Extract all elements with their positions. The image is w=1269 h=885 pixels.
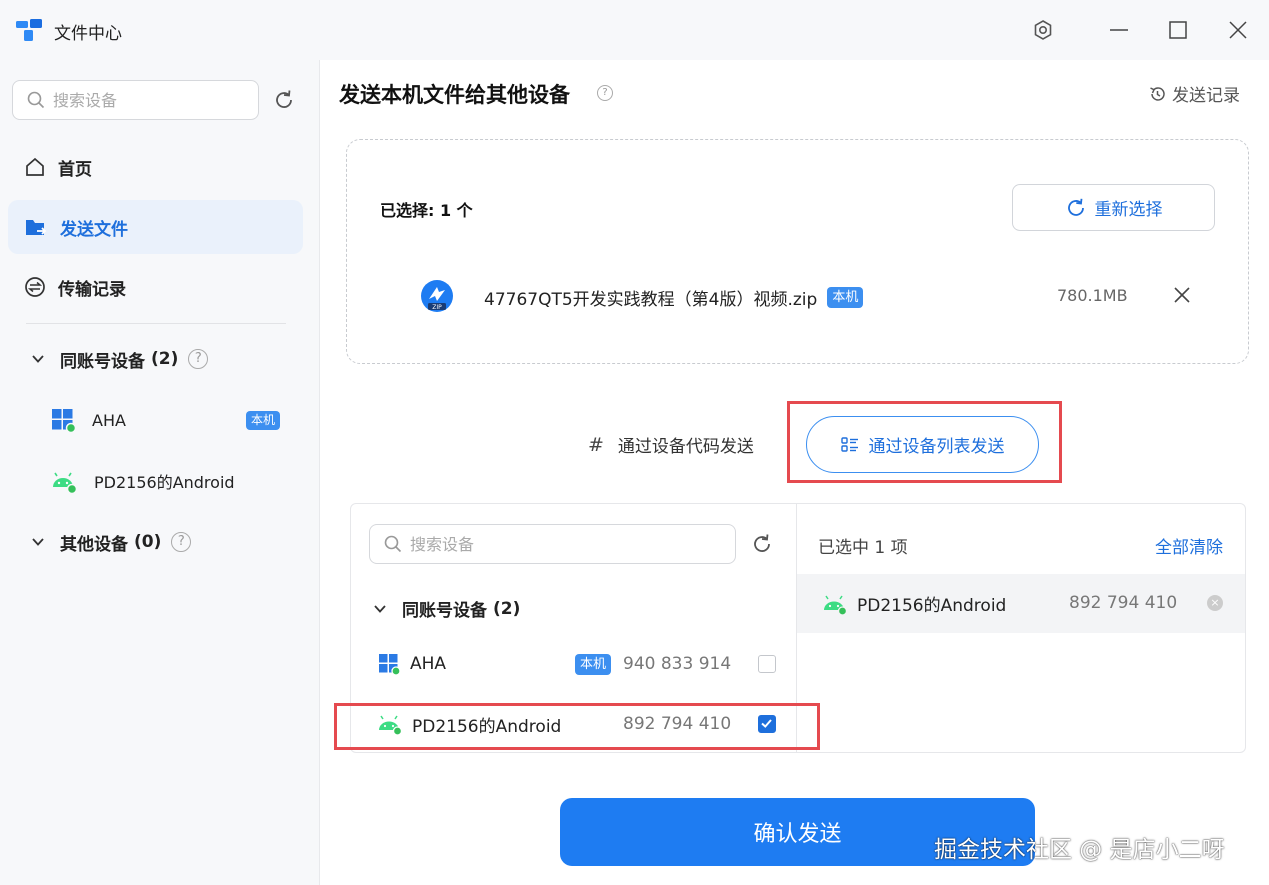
- group-other[interactable]: 其他设备 (0) ?: [30, 528, 192, 556]
- selected-files-panel: [346, 139, 1249, 364]
- selected-device-code: 892 794 410: [1069, 593, 1178, 613]
- group-other-title: 其他设备: [60, 534, 128, 555]
- close-icon[interactable]: [1170, 283, 1194, 307]
- zip-file-icon: ZIP: [421, 280, 453, 312]
- send-history-link[interactable]: 发送记录: [1148, 81, 1240, 106]
- device-name: AHA: [410, 654, 447, 674]
- nav-home-label: 首页: [58, 159, 92, 180]
- sidebar-device-name: PD2156的Android: [94, 473, 235, 492]
- sidebar-device-android[interactable]: PD2156的Android: [50, 466, 290, 496]
- file-item: 47767QT5开发实践教程（第4版）视频.zip 本机: [484, 285, 864, 310]
- watermark: 掘金技术社区 @ 是店小二呀: [934, 837, 1225, 863]
- windows-device-icon: [52, 409, 76, 433]
- remove-icon[interactable]: ×: [1207, 595, 1223, 611]
- help-icon[interactable]: ?: [597, 85, 613, 101]
- help-icon[interactable]: ?: [171, 532, 192, 552]
- nav-send-file-label: 发送文件: [60, 219, 128, 240]
- refresh-icon[interactable]: [270, 86, 298, 114]
- sidebar-device-aha[interactable]: AHA 本机: [50, 405, 290, 435]
- search-icon: [27, 91, 45, 109]
- device-search-box[interactable]: [369, 524, 736, 564]
- windows-device-icon: [379, 654, 400, 675]
- sidebar-search-input[interactable]: [53, 90, 243, 110]
- nav-transfer-record[interactable]: 传输记录: [8, 260, 303, 314]
- search-icon: [384, 535, 402, 553]
- help-icon[interactable]: ?: [188, 349, 209, 369]
- send-by-code-option[interactable]: # 通过设备代码发送: [588, 432, 754, 458]
- highlight-box: [787, 401, 1062, 483]
- file-size: 780.1MB: [1057, 286, 1128, 305]
- local-badge: 本机: [575, 653, 612, 675]
- minimize-icon[interactable]: [1103, 14, 1135, 46]
- file-name: 47767QT5开发实践教程（第4版）视频.zip: [484, 290, 818, 310]
- picker-group-title: 同账号设备: [402, 601, 487, 621]
- settings-icon[interactable]: [1027, 14, 1059, 46]
- group-same-account-count: (2): [151, 349, 179, 369]
- selected-count: 已选择: 1 个: [380, 201, 473, 220]
- nav-home[interactable]: 首页: [8, 140, 303, 194]
- reselect-button[interactable]: 重新选择: [1012, 184, 1215, 231]
- page-title: 发送本机文件给其他设备: [339, 83, 570, 107]
- highlight-box: [334, 703, 820, 750]
- group-same-account[interactable]: 同账号设备 (2) ?: [30, 345, 209, 373]
- nav-transfer-record-label: 传输记录: [58, 279, 126, 300]
- maximize-icon[interactable]: [1162, 14, 1194, 46]
- device-row-aha[interactable]: AHA 本机 940 833 914: [378, 649, 778, 679]
- nav-send-file[interactable]: 发送文件: [8, 200, 303, 254]
- send-file-icon: [26, 220, 47, 235]
- android-device-icon: [824, 595, 847, 615]
- group-same-account-title: 同账号设备: [60, 351, 145, 372]
- local-badge: 本机: [827, 287, 864, 308]
- send-by-code-label: 通过设备代码发送: [617, 437, 754, 457]
- picker-group-count: (2): [493, 598, 521, 619]
- sidebar-divider: [26, 323, 286, 324]
- svg-text:ZIP: ZIP: [432, 304, 442, 311]
- picker-group-same-account[interactable]: 同账号设备 (2): [372, 596, 520, 621]
- android-device-icon: [53, 472, 78, 494]
- app-logo-icon: [16, 19, 42, 41]
- send-history-label: 发送记录: [1172, 86, 1240, 106]
- chevron-down-icon: [32, 355, 44, 363]
- close-icon[interactable]: [1222, 14, 1254, 46]
- local-badge: 本机: [246, 410, 281, 430]
- selected-count-header: 已选中 1 项: [818, 538, 908, 558]
- refresh-icon[interactable]: [748, 530, 776, 558]
- sidebar: 首页 发送文件 传输记录 同账号设备 (2) ? AHA 本机 PD2156的A…: [0, 60, 320, 885]
- transfer-record-icon: [25, 277, 45, 297]
- device-search-input[interactable]: [410, 534, 710, 554]
- device-checkbox[interactable]: [758, 655, 776, 673]
- reselect-label: 重新选择: [1094, 200, 1163, 220]
- chevron-down-icon: [374, 604, 386, 613]
- device-code: 940 833 914: [623, 654, 732, 674]
- history-icon: [1150, 86, 1165, 101]
- hash-icon: #: [588, 433, 604, 456]
- sidebar-device-name: AHA: [92, 410, 126, 430]
- title-bar: 文件中心: [0, 0, 1269, 60]
- selected-device-name: PD2156的Android: [857, 596, 1007, 616]
- refresh-icon: [1067, 198, 1084, 216]
- app-title: 文件中心: [54, 24, 122, 44]
- sidebar-search-box[interactable]: [12, 80, 259, 120]
- home-icon: [26, 157, 44, 176]
- selected-device-row: PD2156的Android 892 794 410 ×: [797, 574, 1245, 633]
- group-other-count: (0): [134, 532, 162, 552]
- clear-all-link[interactable]: 全部清除: [1155, 533, 1223, 558]
- chevron-down-icon: [32, 538, 44, 546]
